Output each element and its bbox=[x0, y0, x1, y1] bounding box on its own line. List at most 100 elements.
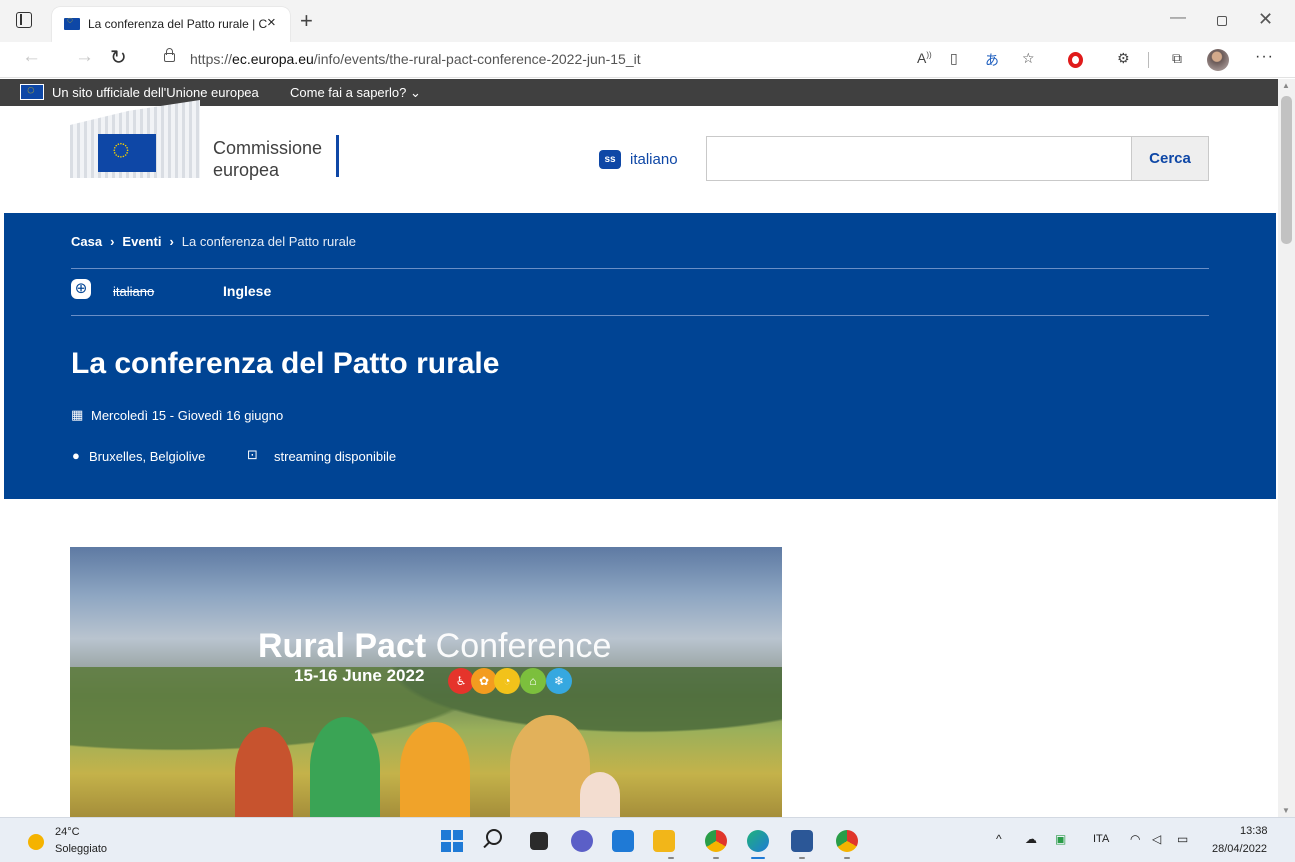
active-indicator bbox=[751, 857, 765, 859]
logo-line1: Commissione bbox=[213, 138, 323, 158]
wifi-icon[interactable]: ◠ bbox=[1130, 832, 1140, 846]
illustrated-person bbox=[510, 715, 590, 817]
start-icon[interactable] bbox=[441, 830, 463, 852]
breadcrumb-current: La conferenza del Patto rurale bbox=[181, 234, 356, 249]
tab-title: La conferenza del Patto rurale | C bbox=[88, 17, 268, 31]
address-bar: ← → ↻ https://ec.europa.eu/info/events/t… bbox=[0, 42, 1295, 78]
page-scrollbar[interactable]: ▲ ▼ bbox=[1278, 79, 1295, 817]
opera-icon[interactable] bbox=[1068, 52, 1083, 68]
chrome-profile-icon[interactable] bbox=[836, 830, 858, 852]
browser-tab-bar: La conferenza del Patto rurale | C × + —… bbox=[0, 0, 1295, 42]
forward-icon[interactable]: → bbox=[75, 46, 94, 68]
event-hero: Casa › Eventi › La conferenza del Patto rura… bbox=[4, 213, 1276, 499]
reload-icon[interactable]: ↻ bbox=[110, 45, 127, 70]
running-indicator bbox=[668, 857, 674, 859]
hero-divider bbox=[71, 315, 1209, 316]
language-selector[interactable]: italiano bbox=[630, 151, 678, 168]
hero-divider bbox=[71, 268, 1209, 269]
volume-icon[interactable]: ◁ bbox=[1152, 832, 1161, 846]
back-icon[interactable]: ← bbox=[22, 46, 41, 68]
language-option-italian: italiano bbox=[113, 284, 155, 299]
new-tab-button[interactable]: + bbox=[300, 8, 313, 34]
edge-icon[interactable] bbox=[747, 830, 769, 852]
task-view-icon[interactable] bbox=[530, 832, 548, 850]
translate-icon[interactable]: あ bbox=[985, 50, 999, 70]
maximize-icon[interactable] bbox=[1217, 16, 1227, 26]
add-favorite-icon[interactable]: ☆ bbox=[1022, 50, 1035, 67]
logo-text[interactable]: Commissione europea bbox=[213, 137, 322, 181]
windows-taskbar: 24°C Soleggiato ^ ☁ ▣ ITA ◠ ◁ ▭ 13:38 28… bbox=[0, 817, 1295, 862]
running-indicator bbox=[844, 857, 850, 859]
running-indicator bbox=[799, 857, 805, 859]
eu-flag-favicon-icon bbox=[64, 15, 80, 30]
minimize-icon[interactable]: — bbox=[1170, 9, 1186, 27]
battery-icon[interactable]: ▭ bbox=[1177, 832, 1188, 846]
profile-avatar[interactable] bbox=[1207, 49, 1229, 71]
logo-line2: europea bbox=[213, 160, 280, 180]
illustrated-person bbox=[400, 722, 470, 817]
search-icon[interactable] bbox=[486, 829, 502, 845]
teams-chat-icon[interactable] bbox=[571, 830, 593, 852]
running-indicator bbox=[713, 857, 719, 859]
bubble-icon: ◔ bbox=[494, 668, 520, 694]
bubble-icon: ⌂ bbox=[520, 668, 546, 694]
illustrated-person bbox=[310, 717, 380, 817]
onedrive-icon[interactable]: ☁ bbox=[1025, 832, 1037, 846]
sun-icon[interactable] bbox=[28, 834, 44, 850]
event-banner-image: Rural Pact Conference 15-16 June 2022 ♿ … bbox=[70, 547, 782, 817]
clock-time[interactable]: 13:38 bbox=[1240, 825, 1268, 837]
location-pin-icon: ● bbox=[72, 448, 80, 463]
window-close-icon[interactable]: ✕ bbox=[1258, 9, 1273, 30]
scroll-thumb[interactable] bbox=[1281, 96, 1292, 244]
calendar-icon: ▦ bbox=[71, 407, 84, 422]
scroll-down-icon[interactable]: ▼ bbox=[1282, 806, 1290, 815]
tab-actions-icon[interactable] bbox=[16, 12, 32, 28]
banner-title: Rural Pact Conference bbox=[258, 627, 611, 666]
search-input[interactable] bbox=[706, 136, 1132, 181]
banner-title-light: Conference bbox=[435, 627, 612, 665]
file-explorer-icon[interactable] bbox=[653, 830, 675, 852]
url-path: /info/events/the-rural-pact-conference-2… bbox=[313, 51, 641, 67]
screen: La conferenza del Patto rurale | C × + —… bbox=[0, 0, 1295, 862]
immersive-reader-icon[interactable]: ▯ bbox=[950, 50, 958, 67]
breadcrumb: Casa › Eventi › La conferenza del Patto rura… bbox=[71, 234, 356, 249]
eu-official-text: Un sito ufficiale dell'Unione europea bbox=[52, 85, 259, 100]
tab-close-icon[interactable]: × bbox=[267, 14, 276, 31]
weather-temperature[interactable]: 24°C bbox=[55, 826, 80, 838]
tray-overflow-icon[interactable]: ^ bbox=[996, 832, 1002, 846]
language-option-english[interactable]: Inglese bbox=[223, 283, 271, 299]
chrome-icon[interactable] bbox=[705, 830, 727, 852]
illustrated-person bbox=[235, 727, 293, 817]
weather-description[interactable]: Soleggiato bbox=[55, 843, 107, 855]
breadcrumb-events[interactable]: Eventi bbox=[122, 234, 161, 249]
extensions-icon[interactable]: ⚙ bbox=[1117, 50, 1130, 67]
url-host: ec.europa.eu bbox=[232, 51, 314, 67]
scroll-up-icon[interactable]: ▲ bbox=[1282, 81, 1290, 90]
lock-icon[interactable] bbox=[164, 48, 175, 62]
read-aloud-icon[interactable]: A)) bbox=[917, 50, 932, 66]
breadcrumb-separator: › bbox=[169, 234, 174, 249]
toolbar-separator bbox=[1148, 52, 1149, 68]
event-date: Mercoledì 15 - Giovedì 16 giugno bbox=[91, 408, 284, 423]
clock-date[interactable]: 28/04/2022 bbox=[1212, 843, 1267, 855]
mail-icon[interactable] bbox=[612, 830, 634, 852]
logo-divider bbox=[336, 135, 339, 177]
event-streaming: streaming disponibile bbox=[274, 449, 397, 464]
word-icon[interactable] bbox=[791, 830, 813, 852]
input-language[interactable]: ITA bbox=[1093, 833, 1109, 845]
page-viewport: Un sito ufficiale dell'Unione europea Co… bbox=[0, 79, 1278, 817]
security-icon[interactable]: ▣ bbox=[1055, 832, 1066, 846]
more-icon[interactable]: ··· bbox=[1255, 48, 1274, 66]
illustrated-person bbox=[580, 772, 620, 817]
language-selector-icon[interactable]: ss bbox=[599, 150, 621, 169]
eu-flag-icon bbox=[20, 82, 44, 100]
collections-icon[interactable]: ⧉ bbox=[1172, 50, 1182, 67]
url-field[interactable]: https://ec.europa.eu/info/events/the-rur… bbox=[190, 51, 641, 67]
commission-logo[interactable] bbox=[70, 100, 200, 178]
browser-tab-active[interactable]: La conferenza del Patto rurale | C × bbox=[52, 7, 290, 42]
banner-date: 15-16 June 2022 bbox=[294, 666, 425, 685]
page-title: La conferenza del Patto rurale bbox=[71, 347, 500, 380]
how-do-you-know-link[interactable]: Come fai a saperlo? ⌄ bbox=[290, 85, 421, 101]
breadcrumb-home[interactable]: Casa bbox=[71, 234, 102, 249]
search-button[interactable]: Cerca bbox=[1131, 136, 1209, 181]
